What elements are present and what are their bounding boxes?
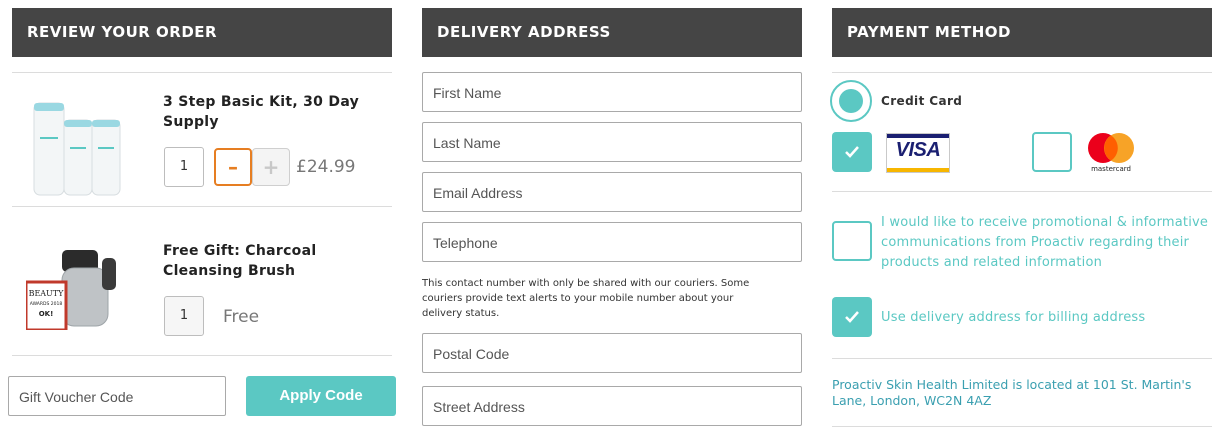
svg-text:OK!: OK! [39,310,54,318]
email-field[interactable]: Email Address [422,172,802,212]
product-title-cleansing-brush[interactable]: Free Gift: Charcoal Cleansing Brush [163,241,316,281]
delivery-address-header: DELIVERY ADDRESS [422,8,802,57]
radio-selected-dot [839,89,863,113]
decrease-quantity-button[interactable]: – [214,148,252,186]
visa-checkbox[interactable] [832,132,872,172]
billing-same-as-delivery-checkbox[interactable] [832,297,872,337]
checkmark-icon [845,311,859,323]
item-price-free: Free [223,307,260,327]
divider [832,426,1212,427]
apply-code-button[interactable]: Apply Code [246,376,396,416]
checkmark-icon [845,146,859,158]
promo-consent-label[interactable]: I would like to receive promotional & in… [881,213,1216,273]
divider [832,72,1212,73]
promo-consent-checkbox[interactable] [832,221,872,261]
credit-card-label: Credit Card [881,94,963,108]
telephone-note: This contact number with only be shared … [422,278,750,319]
quantity-readonly: 1 [164,296,204,336]
gift-voucher-input[interactable]: Gift Voucher Code [8,376,226,416]
divider [12,72,392,73]
mastercard-logo: mastercard [1084,132,1138,176]
minus-icon: – [228,155,238,179]
divider [832,358,1212,359]
telephone-field[interactable]: Telephone [422,222,802,262]
credit-card-radio[interactable] [830,80,872,122]
billing-same-as-delivery-label[interactable]: Use delivery address for billing address [881,308,1145,328]
first-name-field[interactable]: First Name [422,72,802,112]
postal-code-field[interactable]: Postal Code [422,333,802,373]
visa-logo: VISA [886,133,950,173]
product-image-cleansing-brush: BEAUTY AWARDS 2018 OK! [24,244,128,332]
quantity-input[interactable]: 1 [164,147,204,187]
item-price: £24.99 [296,157,356,177]
product-image-basic-kit [24,98,130,198]
product-title-basic-kit[interactable]: 3 Step Basic Kit, 30 Day Supply [163,92,359,132]
payment-method-title: PAYMENT METHOD [847,23,1011,41]
plus-icon: + [262,155,280,179]
divider [832,191,1212,192]
delivery-address-title: DELIVERY ADDRESS [437,23,611,41]
company-address-text: Proactiv Skin Health Limited is located … [832,377,1192,408]
review-order-title: REVIEW YOUR ORDER [27,23,218,41]
increase-quantity-button[interactable]: + [252,148,290,186]
street-address-field[interactable]: Street Address [422,386,802,426]
svg-text:AWARDS 2018: AWARDS 2018 [30,301,63,307]
divider [12,355,392,356]
divider [12,206,392,207]
last-name-field[interactable]: Last Name [422,122,802,162]
payment-method-header: PAYMENT METHOD [832,8,1212,57]
svg-text:BEAUTY: BEAUTY [29,289,65,298]
mastercard-checkbox[interactable] [1032,132,1072,172]
review-order-header: REVIEW YOUR ORDER [12,8,392,57]
